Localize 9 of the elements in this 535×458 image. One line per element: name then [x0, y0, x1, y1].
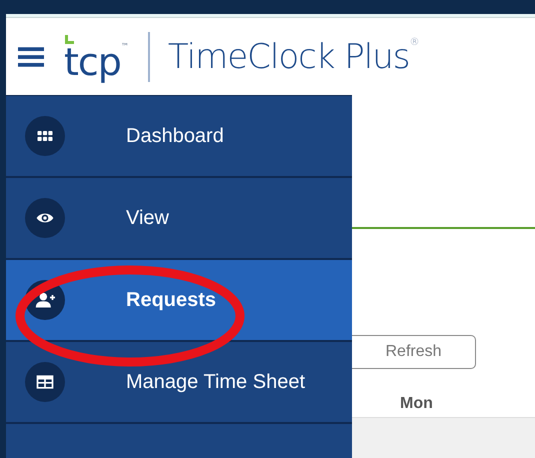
user-plus-icon	[35, 290, 55, 310]
sidebar-item[interactable]: Manage Time Sheet	[6, 342, 352, 424]
product-name: TimeClock Plus$^{®}$	[168, 36, 419, 76]
refresh-button[interactable]: Refresh	[352, 335, 476, 369]
column-header: Mon	[399, 395, 434, 414]
sidebar-item[interactable]: Dashboard	[6, 96, 352, 178]
sidebar-item[interactable]: Requests	[6, 260, 352, 342]
logo: tcp$^{™}$	[64, 32, 128, 80]
menu-icon[interactable]	[18, 46, 44, 68]
